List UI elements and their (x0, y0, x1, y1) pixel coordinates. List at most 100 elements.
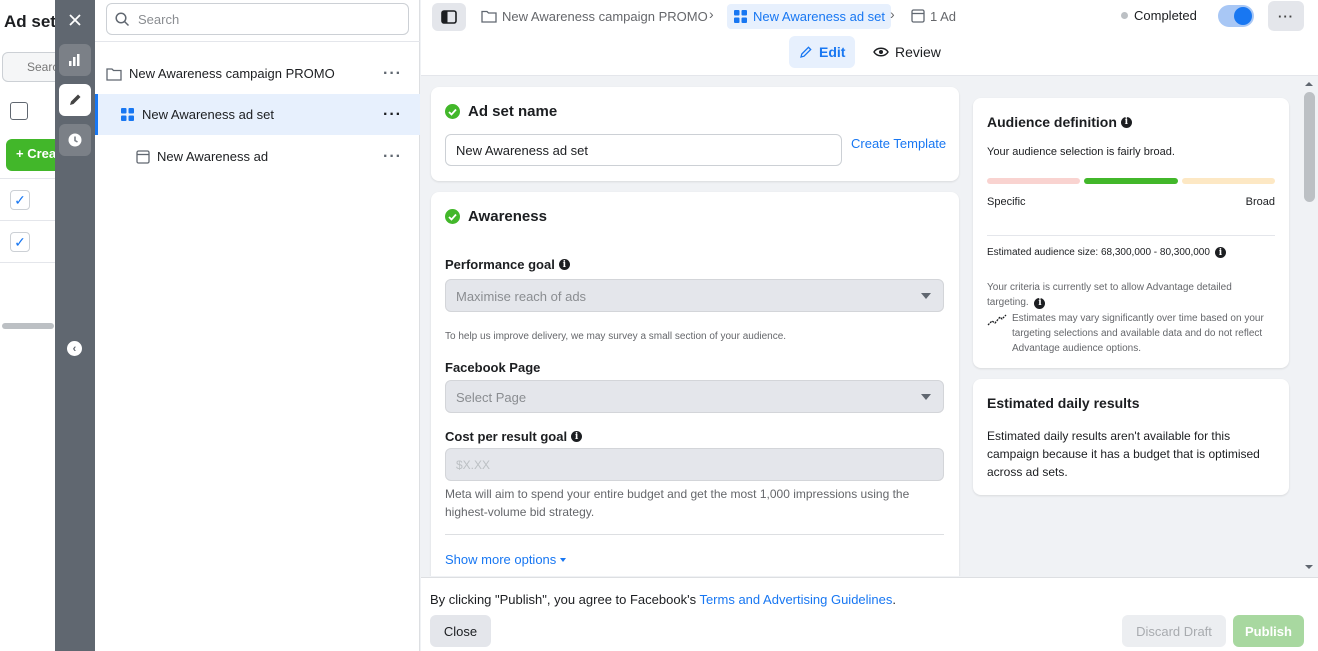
audience-definition-card: Audience definition i Your audience sele… (973, 98, 1289, 368)
link-label: Show more options (445, 552, 557, 567)
field-label-text: Performance goal (445, 257, 555, 272)
tab-edit[interactable]: Edit (789, 36, 856, 68)
collapse-chevron-icon[interactable]: ‹ (67, 341, 82, 356)
agreement-prefix: By clicking "Publish", you agree to Face… (430, 592, 700, 607)
ad-icon (911, 9, 925, 23)
caret-down-icon (921, 293, 931, 299)
sidebar-toggle-button[interactable] (432, 3, 466, 31)
status-label: Completed (1134, 8, 1197, 23)
search-icon (115, 11, 130, 26)
select-all-checkbox[interactable]: ✓ (10, 190, 30, 210)
tree-item-ad-set[interactable]: New Awareness ad set ··· (95, 94, 420, 135)
awareness-card: Awareness Performance goal i Maximise re… (431, 192, 959, 576)
facebook-page-label: Facebook Page (445, 360, 541, 375)
daily-results-heading: Estimated daily results (987, 395, 1140, 411)
tree-item-campaign[interactable]: New Awareness campaign PROMO ··· (95, 53, 420, 94)
audience-size-text: Estimated audience size: 68,300,000 - 80… (987, 247, 1210, 258)
discard-draft-button[interactable]: Discard Draft (1122, 615, 1226, 647)
cost-per-result-label: Cost per result goal i (445, 429, 583, 444)
ad-icon (136, 149, 150, 164)
edit-mode-button[interactable] (59, 84, 91, 116)
select-value: Select Page (456, 390, 527, 405)
tree-search-placeholder: Search (138, 11, 180, 27)
background-search-input[interactable]: Search (2, 52, 55, 82)
card-title-text: Audience definition (987, 114, 1117, 130)
audience-definition-heading: Audience definition i (987, 114, 1132, 130)
tab-review[interactable]: Review (863, 36, 951, 68)
pencil-icon (800, 46, 812, 58)
breadcrumb-label: New Awareness ad set (753, 9, 885, 24)
select-value: Maximise reach of ads (456, 289, 587, 304)
info-icon[interactable]: i (1214, 247, 1226, 258)
clock-icon (68, 133, 82, 147)
editor-footer: By clicking "Publish", you agree to Face… (421, 577, 1318, 651)
eye-icon (873, 47, 889, 57)
tab-label: Review (895, 44, 941, 60)
table-header-row (0, 178, 55, 179)
terms-link[interactable]: Terms and Advertising Guidelines (699, 592, 892, 607)
card-title-text: Ad set name (468, 103, 558, 120)
scroll-down-icon[interactable] (1305, 565, 1313, 569)
campaign-more-options-icon[interactable]: ··· (383, 65, 402, 83)
breadcrumb-ads[interactable]: 1 Ad (911, 5, 956, 27)
breadcrumb-label: 1 Ad (930, 8, 957, 24)
breadcrumb-ad-set[interactable]: New Awareness ad set (727, 4, 891, 29)
cost-per-result-input[interactable]: $X.XX (445, 448, 944, 481)
horizontal-scrollbar[interactable] (2, 323, 54, 329)
facebook-page-select[interactable]: Select Page (445, 380, 944, 413)
checkmark-icon (445, 209, 460, 224)
estimates-note: Estimates may vary significantly over ti… (1012, 313, 1264, 354)
criteria-note: Your criteria is currently set to allow … (987, 280, 1272, 310)
ad-set-name-input[interactable]: New Awareness ad set (445, 134, 842, 166)
charts-button[interactable] (59, 44, 91, 76)
audience-subtitle: Your audience selection is fairly broad. (987, 146, 1175, 158)
close-button[interactable]: Close (430, 615, 491, 647)
grid-icon (734, 10, 747, 23)
sidebar-icon (441, 10, 457, 24)
tree-item-ad[interactable]: New Awareness ad ··· (95, 136, 420, 177)
ad-set-name-heading: Ad set name (445, 103, 557, 120)
daily-results-body: Estimated daily results aren't available… (987, 429, 1260, 479)
ad-more-options-icon[interactable]: ··· (383, 148, 402, 166)
folder-icon (106, 67, 122, 81)
show-more-options-link[interactable]: Show more options (445, 552, 567, 567)
create-button[interactable]: + Create (6, 139, 55, 171)
pencil-icon (70, 94, 81, 105)
folder-icon[interactable] (10, 102, 28, 120)
publish-button[interactable]: Publish (1233, 615, 1304, 647)
ad-set-more-options-icon[interactable]: ··· (383, 106, 402, 124)
ad-sets-title: Ad sets (4, 12, 56, 31)
info-icon[interactable]: i (558, 259, 570, 270)
close-editor-button[interactable] (59, 4, 91, 36)
background-ad-sets-panel: Ad sets Search + Create ✓ ✓ (0, 0, 56, 651)
scroll-up-icon[interactable] (1305, 82, 1313, 86)
info-icon[interactable]: i (1120, 116, 1132, 128)
tree-item-label: New Awareness ad set (142, 107, 274, 122)
performance-goal-select[interactable]: Maximise reach of ads (445, 279, 944, 312)
tool-rail: ‹ (55, 0, 95, 651)
row-checkbox[interactable]: ✓ (10, 232, 30, 252)
history-button[interactable] (59, 124, 91, 156)
info-icon[interactable]: i (571, 431, 583, 442)
info-icon[interactable]: i (1034, 298, 1046, 309)
trend-icon (987, 313, 1007, 330)
tree-search-input[interactable]: Search (106, 3, 409, 35)
scrollbar-thumb[interactable] (1304, 92, 1315, 202)
breadcrumb-campaign[interactable]: New Awareness campaign PROMO (481, 5, 708, 27)
ad-set-on-off-toggle[interactable] (1218, 5, 1254, 27)
table-row (0, 220, 55, 221)
ad-set-name-card: Ad set name New Awareness ad set Create … (431, 87, 959, 181)
grid-icon (120, 107, 135, 122)
create-template-link[interactable]: Create Template (851, 136, 946, 151)
folder-icon (481, 10, 497, 23)
status-indicator: Completed (1121, 8, 1197, 23)
chevron-right-icon: › (890, 6, 895, 22)
cost-help-text: Meta will aim to spend your entire budge… (445, 487, 910, 519)
field-label-text: Cost per result goal (445, 429, 568, 444)
tab-label: Edit (819, 44, 846, 60)
more-options-button[interactable]: ··· (1268, 1, 1304, 31)
audience-meter-specific (987, 178, 1080, 184)
divider (987, 235, 1275, 236)
survey-note: To help us improve delivery, we may surv… (445, 331, 787, 342)
editor-header: New Awareness campaign PROMO › New Aware… (421, 0, 1318, 76)
